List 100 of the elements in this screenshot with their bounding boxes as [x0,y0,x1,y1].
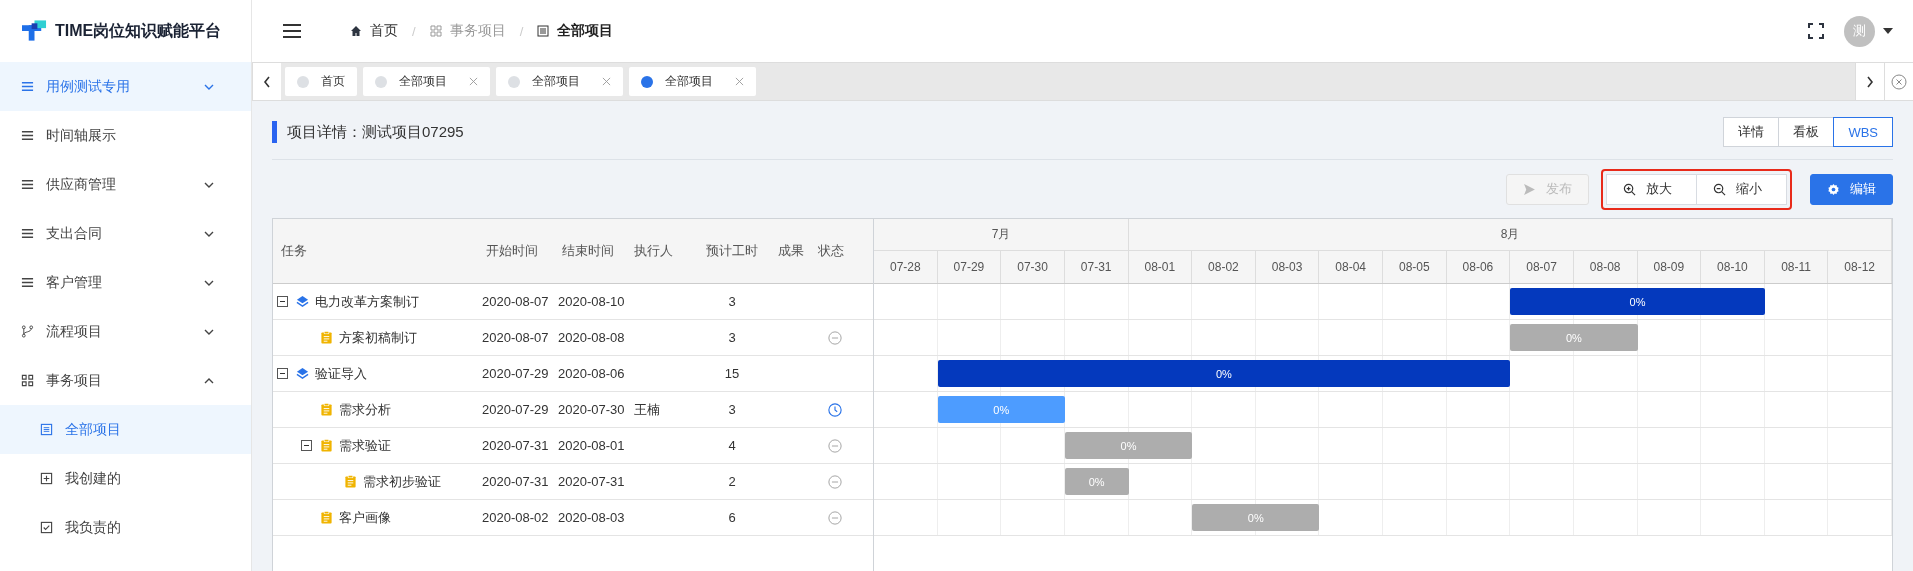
list-icon [21,129,34,142]
clipboard-icon [320,331,333,344]
edit-button[interactable]: 编辑 [1810,173,1893,205]
logo-icon [22,20,47,42]
day-header: 08-07 [1510,251,1574,283]
sidebar-item[interactable]: 支出合同 [0,209,251,258]
sidebar-item[interactable]: 用例测试专用 [0,62,251,111]
day-header: 08-11 [1764,251,1829,283]
zoom-in-button[interactable]: 放大 [1606,173,1697,205]
app-title: TIME岗位知识赋能平台 [55,20,222,41]
list-icon [21,227,34,240]
branch-icon [21,325,34,338]
end-date-cell-text: 2020-07-31 [557,474,626,489]
hours-cell-text: 2 [727,474,737,489]
page-tab[interactable]: 首页 [285,67,357,96]
collapse-toggle-icon[interactable] [277,368,288,379]
clipboard-icon [320,511,333,524]
day-header: 08-09 [1637,251,1702,283]
hours-cell-text: 4 [727,438,737,453]
hours-cell-text: 3 [727,330,737,345]
column-header: 开始时间 [485,242,539,260]
view-toggle-button[interactable]: 看板 [1778,117,1835,147]
task-name: 验证导入 [315,364,367,383]
breadcrumb-separator: / [412,23,416,39]
home-icon [350,25,362,37]
task-name: 需求验证 [339,436,391,455]
sidebar-item[interactable]: 时间轴展示 [0,111,251,160]
day-header: 07-31 [1064,251,1129,283]
send-icon [1523,182,1536,196]
column-header: 预计工时 [705,242,759,260]
grid-icon [429,25,442,37]
list-icon [21,276,34,289]
gantt-bar[interactable]: 0% [1510,288,1765,315]
tab-status-dot [297,75,309,88]
day-header: 08-12 [1828,251,1892,283]
zoom-out-button[interactable]: 缩小 [1696,173,1787,205]
column-header: 成果 [777,242,805,260]
hours-cell-text: 3 [727,402,737,417]
day-header: 08-06 [1446,251,1511,283]
hours-cell-text: 3 [727,294,737,309]
task-name: 电力改革方案制订 [315,292,419,311]
title-accent-bar [272,121,277,143]
sidebar-item[interactable]: 流程项目 [0,307,251,356]
page-tab[interactable]: 全部项目 [629,67,756,96]
layers-icon [296,367,309,380]
close-circle-icon [1891,73,1907,90]
month-header: 7月 [874,219,1129,250]
sidebar-item[interactable]: 全部项目 [0,405,251,454]
layers-icon [296,295,309,308]
chevron-left-icon [263,75,271,88]
document-icon [40,423,53,436]
page-tab[interactable]: 全部项目 [363,67,490,96]
sidebar-item[interactable]: 我负责的 [0,503,251,552]
checkbox-icon [40,521,53,534]
column-header: 状态 [817,242,845,260]
tab-status-dot [375,75,387,88]
sidebar-item[interactable]: 供应商管理 [0,160,251,209]
task-name: 需求分析 [339,400,391,419]
start-date-cell-text: 2020-07-29 [481,402,550,417]
clipboard-icon [344,475,357,488]
day-header: 07-28 [874,251,938,283]
column-header: 结束时间 [561,242,615,260]
caret-icon[interactable] [1883,28,1893,34]
document-icon [537,25,550,37]
day-header: 08-03 [1255,251,1320,283]
start-date-cell-text: 2020-08-07 [481,330,550,345]
fullscreen-icon[interactable] [1808,23,1824,39]
start-date-cell-text: 2020-07-31 [481,474,550,489]
collapse-toggle-icon[interactable] [277,296,288,307]
start-date-cell-text: 2020-08-02 [481,510,550,525]
end-date-cell-text: 2020-08-01 [557,438,626,453]
view-toggle-button[interactable]: WBS [1833,117,1893,147]
collapse-toggle-icon[interactable] [301,440,312,451]
page-title: 项目详情：测试项目07295 [287,122,464,142]
chevron-right-icon [1866,75,1874,88]
gantt-bar[interactable]: 0% [937,360,1511,387]
end-date-cell-text: 2020-08-10 [557,294,626,309]
column-header: 执行人 [633,242,674,260]
day-header: 07-30 [1001,251,1065,283]
gear-icon [1827,182,1840,196]
page-tab[interactable]: 全部项目 [496,67,623,96]
month-header: 8月 [1129,219,1892,250]
day-header: 08-05 [1383,251,1447,283]
day-header: 08-01 [1128,251,1193,283]
tab-status-dot [641,75,653,88]
breadcrumb-link[interactable]: 全部项目 [557,22,614,40]
day-header: 08-10 [1701,251,1765,283]
end-date-cell-text: 2020-08-08 [557,330,626,345]
menu-icon[interactable] [282,23,302,39]
sidebar-item[interactable]: 我创建的 [0,454,251,503]
start-date-cell-text: 2020-08-07 [481,294,550,309]
sidebar-item[interactable]: 事务项目 [0,356,251,405]
sidebar-item[interactable]: 客户管理 [0,258,251,307]
task-name: 需求初步验证 [363,472,441,491]
breadcrumb-link[interactable]: 首页 [370,22,398,40]
day-header: 08-08 [1573,251,1638,283]
end-date-cell-text: 2020-07-30 [557,402,626,417]
view-toggle-button[interactable]: 详情 [1723,117,1780,147]
start-date-cell-text: 2020-07-31 [481,438,550,453]
hours-cell-text: 15 [723,366,741,381]
